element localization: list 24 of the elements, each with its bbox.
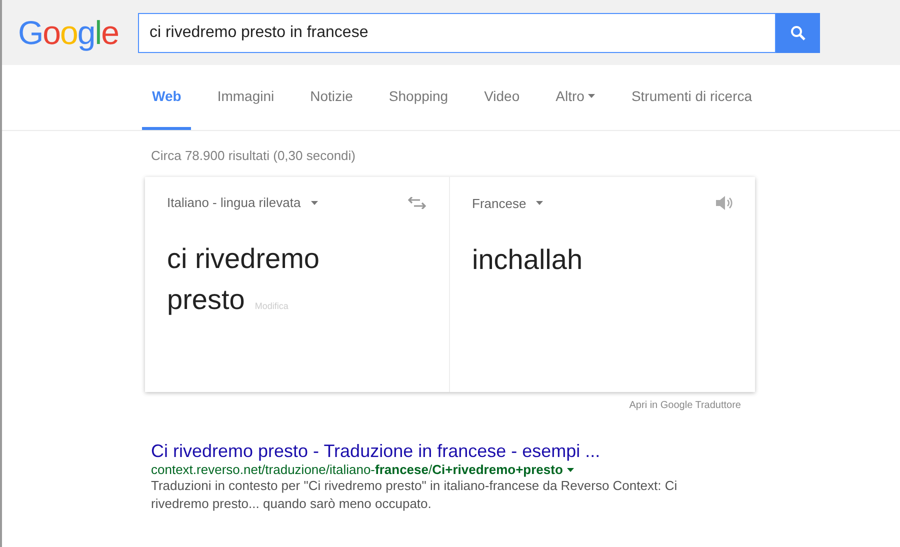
result-stats: Circa 78.900 risultati (0,30 secondi) <box>151 147 356 165</box>
translation-text: inchallah <box>472 243 584 277</box>
search-field[interactable]: ci rivedremo presto in francese <box>138 12 776 52</box>
search-button[interactable] <box>776 12 820 52</box>
tab[interactable]: Shopping <box>378 65 458 130</box>
caret-icon <box>536 201 544 205</box>
tab[interactable]: Altro <box>546 65 606 130</box>
tab[interactable]: Immagini <box>207 65 284 130</box>
language-selector[interactable]: Italiano - lingua rilevata <box>167 195 318 210</box>
result-snippet: Traduzioni in contesto per "Ci rivedremo presto" in italiano-francese da Reverso Context: Ci rivedremo presto... quando sarò meno occupato. <box>151 477 678 513</box>
search-icon <box>790 24 806 40</box>
tab[interactable]: Notizie <box>300 65 363 130</box>
result-url: context.reverso.net/traduzione/italiano-francese/Ci+rivedremo+presto <box>151 462 563 477</box>
caret-icon[interactable] <box>566 468 574 472</box>
result-title[interactable]: Ci rivedremo presto - Traduzione in francese - esempi ... <box>151 441 600 462</box>
swap-icon[interactable] <box>407 196 427 208</box>
caret-icon <box>310 200 318 204</box>
open-translator-link[interactable]: Apri in Google Traduttore <box>151 400 741 411</box>
speaker-icon[interactable] <box>715 195 733 211</box>
tab[interactable]: Strumenti di ricerca <box>621 65 762 130</box>
logo[interactable]: Google <box>18 14 118 52</box>
language-selector[interactable]: Francese <box>472 196 544 210</box>
tab[interactable]: Web <box>142 65 192 130</box>
tab[interactable]: Video <box>474 65 530 130</box>
